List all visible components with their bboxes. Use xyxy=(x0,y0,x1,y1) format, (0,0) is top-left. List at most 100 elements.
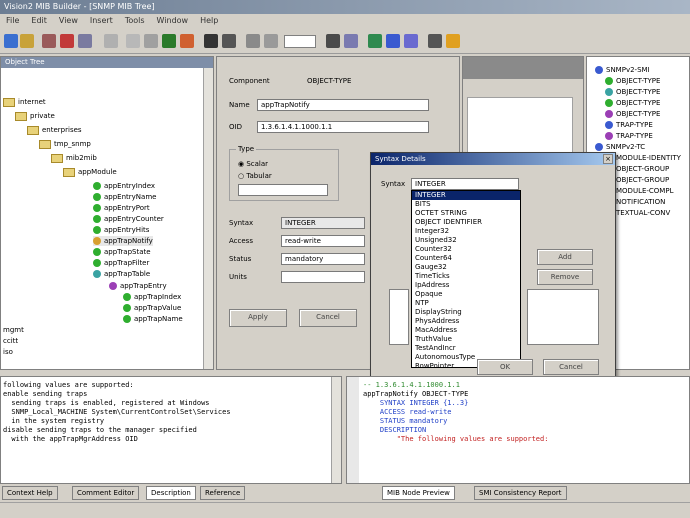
props-cancel-button[interactable]: Cancel xyxy=(299,309,357,327)
tree-leaf[interactable]: appEntryHits xyxy=(93,225,149,235)
access-select[interactable]: read-write xyxy=(281,235,365,247)
tree-leaf[interactable]: appTrapIndex xyxy=(123,292,181,302)
syntax-option[interactable]: TruthValue xyxy=(412,335,520,344)
tree-node-enterprises[interactable]: enterprises xyxy=(27,125,82,135)
filter-icon[interactable] xyxy=(264,34,278,48)
syntax-option[interactable]: INTEGER xyxy=(412,191,520,200)
tab-context-help[interactable]: Context Help xyxy=(2,486,58,500)
syntax-option[interactable]: PhysAddress xyxy=(412,317,520,326)
tree-node-tmp[interactable]: tmp_snmp xyxy=(39,139,91,149)
tab-mib-node-preview[interactable]: MIB Node Preview xyxy=(382,486,455,500)
syntax-option[interactable]: BITS xyxy=(412,200,520,209)
module-icon[interactable] xyxy=(368,34,382,48)
tree-leaf[interactable]: appTrapName xyxy=(123,314,183,324)
find-icon[interactable] xyxy=(126,34,140,48)
module-tree-item[interactable]: MODULE-IDENTITY xyxy=(605,153,681,163)
syntax-option[interactable]: Counter32 xyxy=(412,245,520,254)
menu-view[interactable]: View xyxy=(53,14,84,28)
add-button[interactable]: Add xyxy=(537,249,593,265)
phone-icon[interactable] xyxy=(180,34,194,48)
menu-insert[interactable]: Insert xyxy=(84,14,119,28)
tab-smi-consistency-report[interactable]: SMI Consistency Report xyxy=(474,486,567,500)
syntax-option[interactable]: Counter64 xyxy=(412,254,520,263)
sort-icon[interactable] xyxy=(246,34,260,48)
dialog-values-list-right[interactable] xyxy=(527,289,599,345)
zoom-combo[interactable] xyxy=(284,35,316,48)
units-field[interactable] xyxy=(281,271,365,283)
tree-leaf[interactable]: appEntryIndex xyxy=(93,181,155,191)
menu-tools[interactable]: Tools xyxy=(119,14,151,28)
description-text[interactable]: following values are supported: enable se… xyxy=(3,381,231,444)
tree-node[interactable]: mgmt xyxy=(3,325,24,335)
tree-leaf[interactable]: appEntryCounter xyxy=(93,214,164,224)
tree-leaf[interactable]: appTrapState xyxy=(93,247,151,257)
module-tree-item[interactable]: TRAP-TYPE xyxy=(605,120,653,130)
tree-node-private[interactable]: private xyxy=(15,111,55,121)
menu-help[interactable]: Help xyxy=(194,14,224,28)
tree-scrollbar[interactable] xyxy=(203,68,213,369)
syntax-option[interactable]: Opaque xyxy=(412,290,520,299)
undo-icon[interactable] xyxy=(104,34,118,48)
module-tree-item[interactable]: SNMPv2-TC xyxy=(595,142,645,152)
syntax-option[interactable]: DisplayString xyxy=(412,308,520,317)
type-field[interactable] xyxy=(238,184,328,196)
tab-comment-editor[interactable]: Comment Editor xyxy=(72,486,140,500)
type-tabular-radio[interactable]: ○ Tabular xyxy=(238,172,272,180)
dialog-values-list[interactable] xyxy=(389,289,409,345)
oid-field[interactable]: 1.3.6.1.4.1.1000.1.1 xyxy=(257,121,429,133)
copy-icon[interactable] xyxy=(60,34,74,48)
replace-icon[interactable] xyxy=(144,34,158,48)
close-icon[interactable]: × xyxy=(603,154,613,164)
cancel-button[interactable]: Cancel xyxy=(543,359,599,375)
syntax-option[interactable]: TimeTicks xyxy=(412,272,520,281)
module-tree-item[interactable]: OBJECT-TYPE xyxy=(605,87,660,97)
syntax-option[interactable]: Unsigned32 xyxy=(412,236,520,245)
ok-button[interactable]: OK xyxy=(477,359,533,375)
tree-node[interactable]: iso xyxy=(3,347,13,357)
syntax-option[interactable]: TestAndIncr xyxy=(412,344,520,353)
syntax-option[interactable]: OCTET STRING xyxy=(412,209,520,218)
tree-leaf-selected[interactable]: appTrapNotify xyxy=(93,236,153,246)
type-scalar-radio[interactable]: ◉ Scalar xyxy=(238,160,268,168)
code-text[interactable]: -- 1.3.6.1.4.1.1000.1.1 appTrapNotify OBJ… xyxy=(363,381,548,444)
module-tree-item[interactable]: OBJECT-TYPE xyxy=(605,109,660,119)
tree-leaf[interactable]: appTrapEntry xyxy=(109,281,167,291)
remove-button[interactable]: Remove xyxy=(537,269,593,285)
tree-leaf[interactable]: appTrapValue xyxy=(123,303,181,313)
tree-node-internet[interactable]: internet xyxy=(3,97,46,107)
description-scrollbar[interactable] xyxy=(331,377,341,483)
paste-icon[interactable] xyxy=(78,34,92,48)
open-icon[interactable] xyxy=(20,34,34,48)
agent-icon[interactable] xyxy=(204,34,218,48)
module-tree-item[interactable]: SNMPv2-SMI xyxy=(595,65,650,75)
menu-window[interactable]: Window xyxy=(151,14,195,28)
tree-leaf[interactable]: appTrapTable xyxy=(93,269,150,279)
syntax-option[interactable]: Integer32 xyxy=(412,227,520,236)
menu-file[interactable]: File xyxy=(0,14,25,28)
syntax-option[interactable]: Gauge32 xyxy=(412,263,520,272)
menu-edit[interactable]: Edit xyxy=(25,14,53,28)
tab-description[interactable]: Description xyxy=(146,486,196,500)
tree-leaf[interactable]: appTrapFilter xyxy=(93,258,149,268)
syntax-option[interactable]: OBJECT IDENTIFIER xyxy=(412,218,520,227)
status-select[interactable]: mandatory xyxy=(281,253,365,265)
apply-button[interactable]: Apply xyxy=(229,309,287,327)
cut-icon[interactable] xyxy=(42,34,56,48)
tree-node-mib[interactable]: mib2mib xyxy=(51,153,97,163)
syntax-option[interactable]: MacAddress xyxy=(412,326,520,335)
tree-node[interactable]: ccitt xyxy=(3,336,18,346)
tree-icon[interactable] xyxy=(344,34,358,48)
window-icon[interactable] xyxy=(386,34,400,48)
dialog-syntax-combo[interactable]: INTEGER xyxy=(411,178,519,190)
tab-reference[interactable]: Reference xyxy=(200,486,246,500)
manager-icon[interactable] xyxy=(222,34,236,48)
tree-node-module[interactable]: appModule xyxy=(63,167,117,177)
settings-icon[interactable] xyxy=(428,34,442,48)
help-icon[interactable] xyxy=(446,34,460,48)
compile-icon[interactable] xyxy=(162,34,176,48)
tree-leaf[interactable]: appEntryName xyxy=(93,192,156,202)
module-tree-item[interactable]: OBJECT-TYPE xyxy=(605,76,660,86)
syntax-option[interactable]: NTP xyxy=(412,299,520,308)
name-field[interactable]: appTrapNotify xyxy=(257,99,429,111)
module-tree-item[interactable]: TRAP-TYPE xyxy=(605,131,653,141)
